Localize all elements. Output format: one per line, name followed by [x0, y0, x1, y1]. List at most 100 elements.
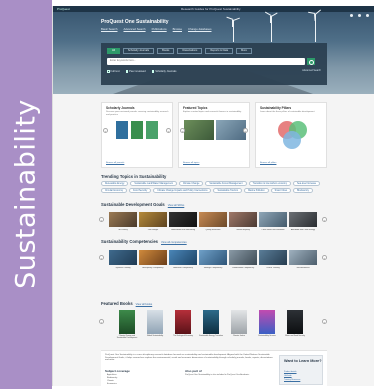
chevron-left-icon[interactable]: ‹: [180, 128, 185, 133]
card-link[interactable]: Browse all pillars: [260, 162, 276, 164]
topic-pill[interactable]: Sustainable Tourism: [213, 188, 243, 193]
topic-image[interactable]: [216, 120, 246, 140]
card-scholarly-journals[interactable]: Scholarly Journals Discover peer-reviewe…: [101, 102, 173, 168]
filter-scholarly[interactable]: Scholarly Journals: [151, 70, 176, 73]
card-link[interactable]: Browse all journals: [106, 162, 124, 164]
nav-publications[interactable]: Publications: [152, 27, 167, 31]
turbine-graphic: [271, 16, 272, 42]
book-cover[interactable]: Sustainable Energy Transition: [199, 310, 223, 337]
books-title: Featured Books View all books: [101, 301, 153, 306]
nav-browse[interactable]: Browse: [173, 27, 182, 31]
also-part-of-text: ProQuest One Sustainability is also incl…: [185, 374, 250, 376]
help-icon[interactable]: [350, 14, 353, 17]
book-cover[interactable]: Global Sustainability: [147, 310, 163, 337]
topic-pill[interactable]: Circular Economy: [101, 188, 128, 193]
chevron-left-icon[interactable]: ‹: [99, 319, 104, 324]
book-cover[interactable]: Water and Food Security: [285, 310, 305, 337]
chevron-left-icon[interactable]: ‹: [99, 217, 104, 222]
competencies-carousel: ‹ Systems Thinking Anticipatory Competen…: [99, 250, 327, 270]
search-button[interactable]: [307, 58, 315, 65]
about-section: ProQuest One Sustainability is a cross-d…: [101, 350, 327, 386]
topic-pill[interactable]: Climate Change: [178, 181, 204, 186]
learn-link[interactable]: LibGuide: [284, 375, 292, 377]
topic-pill[interactable]: Climate Change Impacts and Policy Interv…: [153, 188, 212, 193]
scope-dissertations[interactable]: Dissertations: [177, 48, 203, 54]
competency-tile[interactable]: Strategic Competency: [199, 250, 227, 269]
checkbox-icon[interactable]: [151, 70, 155, 73]
chevron-right-icon[interactable]: ›: [243, 128, 248, 133]
topic-pill[interactable]: Transition to low-carbon economy: [248, 181, 291, 186]
sdg-tile[interactable]: No Poverty: [109, 212, 137, 231]
competency-tile[interactable]: Systems Thinking: [109, 250, 137, 269]
topic-pill[interactable]: Renewable Energy: [101, 181, 129, 186]
scope-journals[interactable]: Scholarly Journals: [122, 48, 155, 54]
chevron-right-icon[interactable]: ›: [322, 255, 327, 260]
card-desc: Learn about the three pillars of sustain…: [260, 111, 315, 113]
search-input[interactable]: Enter keywords here...: [107, 58, 305, 65]
book-cover[interactable]: Sustainability Science: [258, 310, 276, 337]
scope-books[interactable]: Books: [157, 48, 175, 54]
nav-advanced-search[interactable]: Advanced Search: [123, 27, 145, 31]
advanced-search-link[interactable]: Advanced Search: [302, 69, 321, 72]
topic-image[interactable]: [184, 120, 214, 140]
view-all-sdgs-link[interactable]: View all SDGs: [168, 204, 185, 207]
card-desc: Discover peer-reviewed journals covering…: [106, 111, 169, 116]
chevron-left-icon[interactable]: ‹: [103, 128, 108, 133]
card-featured-topics[interactable]: Featured Topics Explore curated topics a…: [178, 102, 250, 168]
subject-item: Biodiversity: [107, 377, 118, 379]
learn-link[interactable]: Training Resources: [284, 379, 300, 381]
scope-reports[interactable]: Reports & Data: [205, 48, 234, 54]
topic-pill[interactable]: Sustainable Land/Water Management: [130, 181, 177, 186]
learn-link[interactable]: Product details: [284, 371, 297, 373]
card-sustainability-pillars[interactable]: Sustainability Pillars Learn about the t…: [255, 102, 327, 168]
topic-pill[interactable]: Smart Cities: [270, 188, 292, 193]
checkbox-icon[interactable]: [125, 70, 129, 73]
chevron-right-icon[interactable]: ›: [166, 128, 171, 133]
view-all-books-link[interactable]: View all books: [136, 303, 153, 306]
topic-pill[interactable]: Sustainable Forest Management: [205, 181, 247, 186]
chevron-right-icon[interactable]: ›: [322, 319, 327, 324]
journal-cover[interactable]: [146, 121, 158, 139]
competency-tile[interactable]: Critical Thinking: [259, 250, 287, 269]
trending-pills: Renewable Energy Sustainable Land/Water …: [101, 181, 327, 193]
filter-full-text[interactable]: Full text: [107, 70, 120, 73]
checkbox-icon[interactable]: [107, 70, 110, 73]
sdg-tile[interactable]: Good Health and Well-Being: [169, 212, 197, 231]
topic-pill[interactable]: Marine Pollution: [244, 188, 269, 193]
folder-icon[interactable]: [358, 14, 361, 17]
user-icon[interactable]: [366, 14, 369, 17]
sdg-tile[interactable]: Zero Hunger: [139, 212, 167, 231]
book-cover[interactable]: The Ecological Economy: [173, 310, 193, 337]
turbine-blade: [271, 12, 278, 17]
scope-more[interactable]: More: [236, 48, 252, 54]
book-cover[interactable]: Climate Change and Sustainable Developme…: [117, 310, 137, 339]
sdg-tile[interactable]: Gender Equality: [229, 212, 257, 231]
chevron-right-icon[interactable]: ›: [322, 217, 327, 222]
brand-logo[interactable]: ProQuest: [57, 6, 70, 12]
chevron-left-icon[interactable]: ‹: [99, 255, 104, 260]
turbine-blade: [270, 16, 271, 23]
journal-cover[interactable]: [116, 121, 128, 139]
nav-change-databases[interactable]: Change databases: [188, 27, 211, 31]
topic-pill[interactable]: Sea-level Increase: [292, 181, 321, 186]
topic-pill[interactable]: Biodiversity: [293, 188, 313, 193]
nav-basic-search[interactable]: Basic Search: [101, 27, 117, 31]
filter-peer-reviewed[interactable]: Peer reviewed: [125, 70, 146, 73]
scope-tabs: All Scholarly Journals Books Dissertatio…: [107, 48, 252, 54]
view-all-competencies-link[interactable]: View all competencies: [161, 241, 187, 244]
scope-all[interactable]: All: [107, 48, 120, 54]
sdg-tile[interactable]: Quality Education: [199, 212, 227, 231]
turbine-blade: [232, 20, 233, 27]
card-link[interactable]: Browse all topics: [183, 162, 199, 164]
sdg-tile[interactable]: Clean Water and Sanitation: [259, 212, 287, 231]
learn-more-title: Want to Learn More?: [284, 359, 322, 363]
sdg-tile[interactable]: Affordable and Clean Energy: [289, 212, 317, 231]
topic-pill[interactable]: Food Security: [129, 188, 152, 193]
journal-cover[interactable]: [131, 121, 143, 139]
competency-tile[interactable]: Self-awareness: [289, 250, 317, 269]
competency-tile[interactable]: Normative Competency: [169, 250, 197, 269]
competency-tile[interactable]: Collaboration Competency: [229, 250, 257, 269]
feature-cards: Scholarly Journals Discover peer-reviewe…: [101, 102, 327, 168]
book-cover[interactable]: Climate Justice: [231, 310, 247, 337]
competency-tile[interactable]: Anticipatory Competency: [139, 250, 167, 269]
